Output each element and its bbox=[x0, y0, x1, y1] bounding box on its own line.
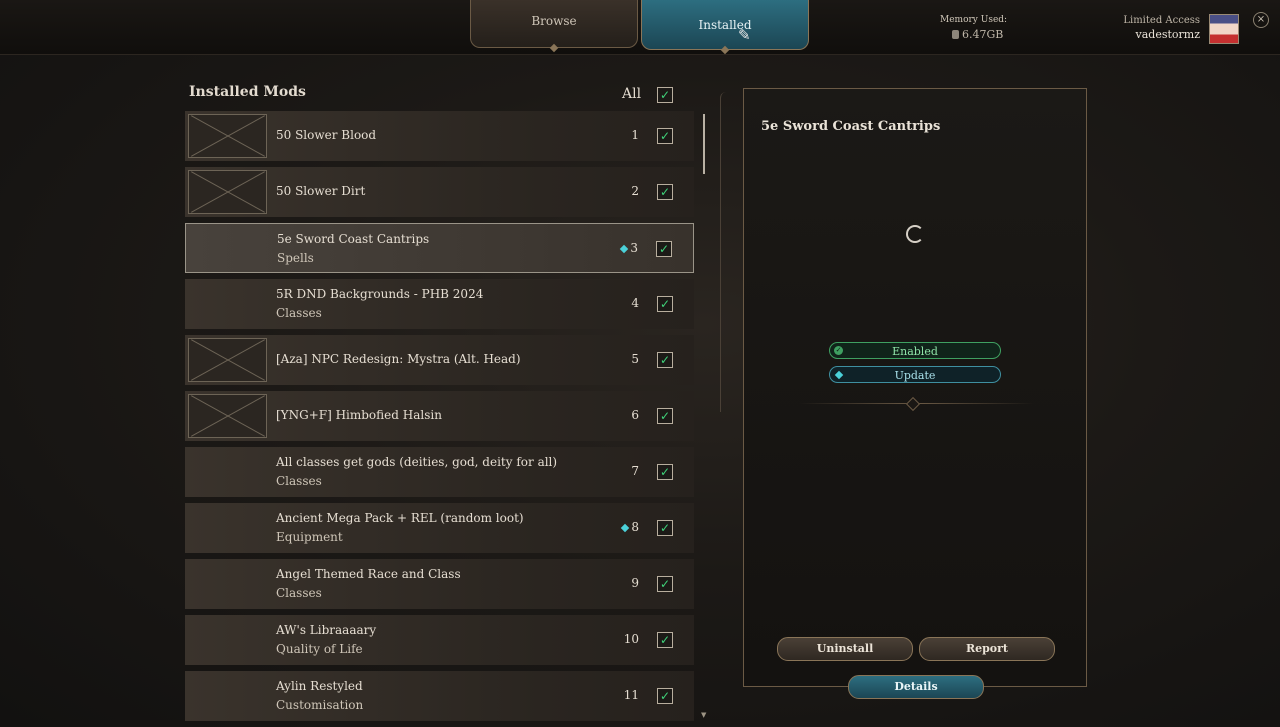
mod-row[interactable]: Ancient Mega Pack + REL (random loot) Equ… bbox=[185, 503, 694, 553]
mod-load-order: 2 bbox=[631, 184, 639, 198]
mod-category: Classes bbox=[276, 474, 322, 488]
tab-installed-label: Installed bbox=[698, 18, 752, 32]
check-icon: ✓ bbox=[834, 346, 843, 355]
select-all-checkbox[interactable]: ✓ bbox=[657, 87, 673, 103]
mod-row[interactable]: All classes get gods (deities, god, deit… bbox=[185, 447, 694, 497]
report-button[interactable]: Report bbox=[919, 637, 1055, 661]
mod-row[interactable]: 50 Slower Dirt 2 ✓ bbox=[185, 167, 694, 217]
tab-browse-label: Browse bbox=[531, 14, 577, 28]
tab-installed[interactable]: Installed bbox=[641, 0, 809, 55]
mod-load-order: 10 bbox=[623, 632, 639, 646]
mod-name: All classes get gods (deities, god, deit… bbox=[276, 455, 558, 469]
mod-name: [YNG+F] Himbofied Halsin bbox=[276, 408, 442, 422]
tab-ornament bbox=[720, 45, 730, 55]
mod-row[interactable]: 5e Sword Coast Cantrips Spells 3 ✓ bbox=[185, 223, 694, 273]
update-available-icon bbox=[619, 244, 629, 254]
tab-ornament bbox=[549, 43, 559, 53]
mod-enabled-checkbox[interactable]: ✓ bbox=[657, 464, 673, 480]
divider-ornament bbox=[905, 396, 921, 412]
mod-row[interactable]: 50 Slower Blood 1 ✓ bbox=[185, 111, 694, 161]
access-label: Limited Access bbox=[1123, 15, 1200, 26]
mod-thumbnail-placeholder bbox=[188, 170, 267, 214]
enabled-label: Enabled bbox=[892, 345, 938, 358]
database-icon bbox=[952, 30, 959, 39]
mod-load-order: 1 bbox=[631, 128, 639, 142]
loading-spinner-icon bbox=[906, 225, 924, 243]
mod-enabled-checkbox[interactable]: ✓ bbox=[657, 184, 673, 200]
mod-enabled-checkbox[interactable]: ✓ bbox=[657, 128, 673, 144]
memory-usage: Memory Used: 6.47GB bbox=[940, 15, 1007, 41]
mod-name: 50 Slower Blood bbox=[276, 128, 377, 142]
mod-load-order: 4 bbox=[631, 296, 639, 310]
select-all-label: All bbox=[622, 86, 642, 102]
mod-category: Classes bbox=[276, 306, 322, 320]
mod-load-order: 9 bbox=[631, 576, 639, 590]
mod-name: 5R DND Backgrounds - PHB 2024 bbox=[276, 287, 484, 301]
mod-category: Customisation bbox=[276, 698, 364, 712]
mod-load-order: 8 bbox=[631, 520, 639, 534]
mod-thumbnail-placeholder bbox=[188, 394, 267, 438]
mod-enabled-checkbox[interactable]: ✓ bbox=[657, 632, 673, 648]
mod-row[interactable]: [YNG+F] Himbofied Halsin 6 ✓ bbox=[185, 391, 694, 441]
mouse-cursor-icon: ✎ bbox=[738, 26, 751, 44]
mod-enabled-checkbox[interactable]: ✓ bbox=[657, 296, 673, 312]
mod-thumbnail-placeholder bbox=[188, 338, 267, 382]
mod-category: Quality of Life bbox=[276, 642, 363, 656]
mod-list: 50 Slower Blood 1 ✓ 50 Slower Dirt 2 ✓ 5e Swor… bbox=[185, 111, 694, 727]
mod-enabled-checkbox[interactable]: ✓ bbox=[657, 576, 673, 592]
mod-load-order: 11 bbox=[623, 688, 639, 702]
avatar[interactable] bbox=[1209, 14, 1239, 44]
panel-ornament bbox=[720, 92, 741, 412]
mod-enabled-checkbox[interactable]: ✓ bbox=[657, 408, 673, 424]
mod-details-panel: 5e Sword Coast Cantrips ✓ Enabled Update… bbox=[743, 88, 1087, 699]
enabled-status-toggle[interactable]: ✓ Enabled bbox=[829, 342, 1001, 359]
mod-load-order: 7 bbox=[631, 464, 639, 478]
tab-browse[interactable]: Browse bbox=[470, 0, 638, 53]
installed-mods-title: Installed Mods bbox=[189, 84, 306, 100]
memory-value: 6.47GB bbox=[962, 28, 1004, 41]
mod-load-order: 3 bbox=[630, 241, 638, 255]
mod-load-order: 5 bbox=[631, 352, 639, 366]
update-button[interactable]: Update bbox=[829, 366, 1001, 383]
mod-name: 50 Slower Dirt bbox=[276, 184, 366, 198]
mod-row[interactable]: [Aza] NPC Redesign: Mystra (Alt. Head) 5 ✓ bbox=[185, 335, 694, 385]
mod-row[interactable]: 5R DND Backgrounds - PHB 2024 Classes 4 ✓ bbox=[185, 279, 694, 329]
mod-enabled-checkbox[interactable]: ✓ bbox=[656, 241, 672, 257]
close-icon[interactable]: × bbox=[1253, 12, 1269, 28]
mod-name: 5e Sword Coast Cantrips bbox=[277, 232, 430, 246]
mod-category: Classes bbox=[276, 586, 322, 600]
mod-load-order: 6 bbox=[631, 408, 639, 422]
mod-enabled-checkbox[interactable]: ✓ bbox=[657, 520, 673, 536]
mod-enabled-checkbox[interactable]: ✓ bbox=[657, 688, 673, 704]
mod-name: Ancient Mega Pack + REL (random loot) bbox=[276, 511, 524, 525]
mod-name: Aylin Restyled bbox=[276, 679, 363, 693]
mod-category: Equipment bbox=[276, 530, 343, 544]
mod-category: Spells bbox=[277, 251, 314, 265]
mod-row[interactable]: Aylin Restyled Customisation 11 ✓ bbox=[185, 671, 694, 721]
details-title: 5e Sword Coast Cantrips bbox=[761, 119, 941, 134]
mod-name: [Aza] NPC Redesign: Mystra (Alt. Head) bbox=[276, 352, 521, 366]
mod-thumbnail-placeholder bbox=[188, 114, 267, 158]
scrollbar-thumb[interactable] bbox=[703, 114, 705, 174]
mod-name: Angel Themed Race and Class bbox=[276, 567, 461, 581]
username: vadestormz bbox=[1135, 28, 1201, 41]
uninstall-button[interactable]: Uninstall bbox=[777, 637, 913, 661]
mod-row[interactable]: AW's Libraaaary Quality of Life 10 ✓ bbox=[185, 615, 694, 665]
details-button[interactable]: Details bbox=[848, 675, 984, 699]
scroll-down-icon[interactable]: ▼ bbox=[701, 711, 706, 719]
mod-enabled-checkbox[interactable]: ✓ bbox=[657, 352, 673, 368]
mod-name: AW's Libraaaary bbox=[276, 623, 377, 637]
account-info[interactable]: Limited Access vadestormz bbox=[1123, 15, 1200, 41]
update-diamond-icon bbox=[834, 370, 844, 380]
top-bar: Browse Installed ✎ Memory Used: 6.47GB L… bbox=[0, 0, 1280, 55]
memory-label: Memory Used: bbox=[940, 15, 1008, 25]
update-label: Update bbox=[894, 369, 936, 382]
mod-row[interactable]: Angel Themed Race and Class Classes 9 ✓ bbox=[185, 559, 694, 609]
update-available-icon bbox=[620, 523, 630, 533]
memory-value-wrap: 6.47GB bbox=[952, 28, 1007, 41]
